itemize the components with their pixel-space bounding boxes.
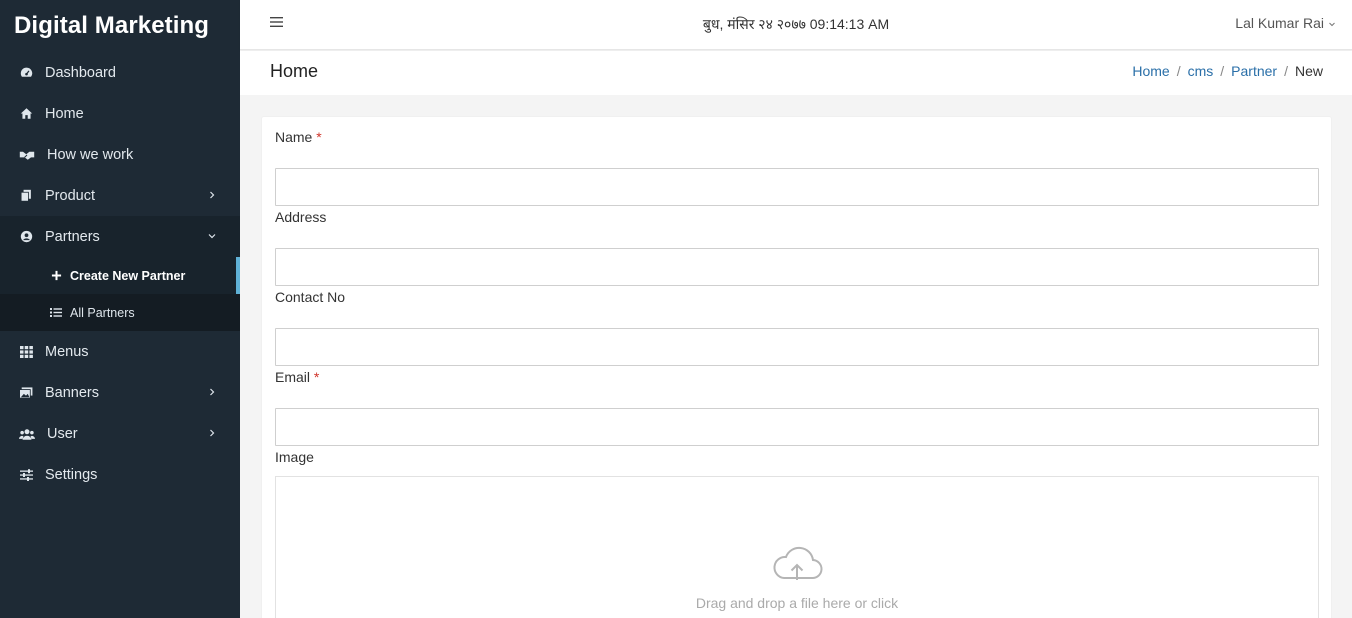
sidebar-item-label: Banners [45,384,100,401]
contact-no-input[interactable] [275,328,1319,366]
breadcrumb-separator: / [1176,63,1181,79]
image-label: Image [275,449,314,465]
breadcrumb-separator: / [1284,63,1288,79]
grid-icon [19,345,33,359]
contact-no-field-group: Contact No [275,289,1319,366]
name-field-group: Name * [275,129,1319,206]
sidebar-item-partners[interactable]: Partners [0,216,240,257]
sidebar-item-label: How we work [47,146,134,163]
handshake-icon [19,148,35,162]
sidebar-item-product[interactable]: Product [0,175,240,216]
brand-title[interactable]: Digital Marketing [0,0,240,52]
sidebar-subitem-label: All Partners [70,305,135,320]
top-header: बुध, मंसिर २४ २०७७ 09:14:13 AM Lal Kumar… [240,0,1352,50]
sidebar-item-menus[interactable]: Menus [0,331,240,372]
address-field-group: Address [275,209,1319,286]
sidebar-item-home[interactable]: Home [0,93,240,134]
chevron-right-icon [210,388,215,396]
chevron-right-icon [210,429,215,437]
chevron-right-icon [210,191,215,199]
users-icon [19,427,35,441]
contact-no-label: Contact No [275,289,346,305]
sidebar-item-label: Settings [45,466,98,483]
email-label: Email * [275,369,320,385]
image-field-group: Image [275,449,1319,469]
name-label: Name * [275,129,322,145]
sidebar-subitem-label: Create New Partner [70,268,186,283]
sidebar-item-settings[interactable]: Settings [0,454,240,495]
plus-icon [50,270,62,282]
current-datetime: बुध, मंसिर २४ २०७७ 09:14:13 AM [702,16,890,32]
breadcrumb-cms[interactable]: cms [1188,63,1214,79]
required-mark: * [316,129,322,145]
breadcrumb-partner[interactable]: Partner [1231,63,1277,79]
sidebar-item-dashboard[interactable]: Dashboard [0,52,240,93]
sliders-icon [19,468,33,482]
page-header: Home Home / cms / Partner / New [240,51,1352,95]
email-input[interactable] [275,408,1319,446]
sidebar-item-label: Menus [45,343,89,360]
email-field-group: Email * [275,369,1319,446]
address-input[interactable] [275,248,1319,286]
breadcrumb-current: New [1294,63,1323,79]
home-icon [19,107,33,121]
copy-icon [19,189,33,203]
chevron-down-icon [1329,22,1335,27]
breadcrumb-home[interactable]: Home [1132,63,1169,79]
partners-submenu: Create New Partner All Partners [0,257,240,331]
sidebar-item-banners[interactable]: Banners [0,372,240,413]
sidebar-item-label: Dashboard [45,64,116,81]
sidebar-item-label: Home [45,105,84,122]
dropzone-text: Drag and drop a file here or click [695,595,899,611]
sidebar-item-user[interactable]: User [0,413,240,454]
user-name: Lal Kumar Rai [1235,15,1324,31]
sidebar-subitem-create-new-partner[interactable]: Create New Partner [0,257,240,294]
dashboard-icon [19,66,33,80]
sidebar-item-label: User [47,425,78,442]
user-circle-icon [19,230,33,244]
address-label: Address [275,209,327,225]
image-dropzone[interactable]: Drag and drop a file here or click [275,476,1319,618]
sidebar-item-how-we-work[interactable]: How we work [0,134,240,175]
sidebar-subitem-all-partners[interactable]: All Partners [0,294,240,331]
sidebar: Digital Marketing Dashboard Home How we … [0,0,240,618]
name-input[interactable] [275,168,1319,206]
breadcrumb-separator: / [1220,63,1225,79]
cloud-upload-icon [773,546,823,580]
partner-form: Name * Address Contact No Email * Image … [262,117,1331,618]
page-title: Home [270,61,319,81]
chevron-down-icon [208,234,216,239]
list-icon [50,307,62,319]
images-icon [19,386,33,400]
sidebar-item-label: Product [45,187,95,204]
user-menu[interactable]: Lal Kumar Rai [1235,15,1336,31]
sidebar-item-label: Partners [45,228,100,245]
required-mark: * [313,369,320,385]
breadcrumb: Home / cms / Partner / New [1132,63,1323,79]
